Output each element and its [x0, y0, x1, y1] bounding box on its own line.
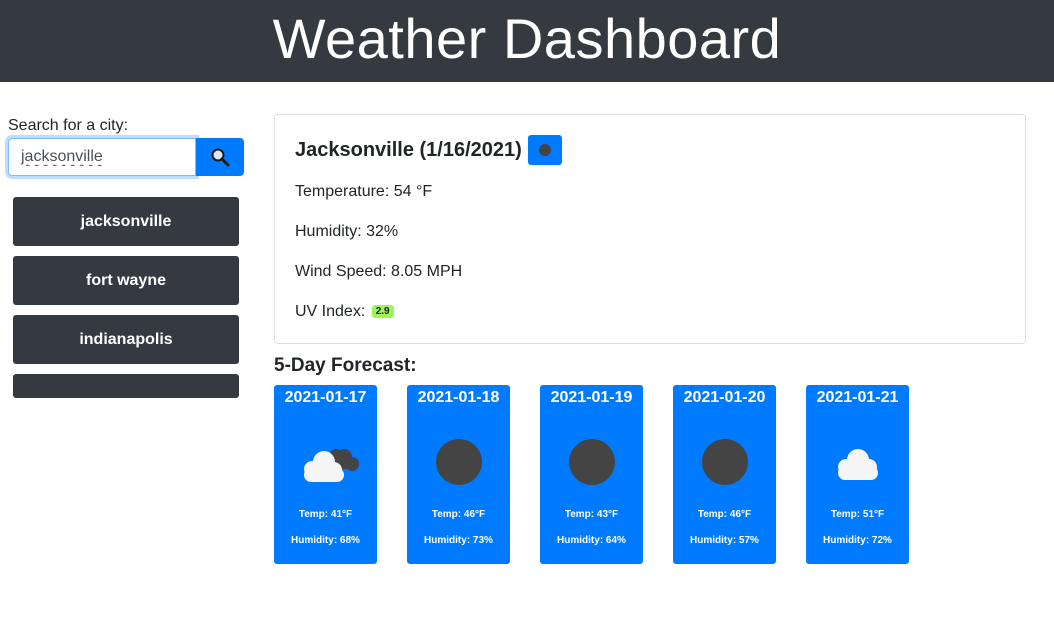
current-uv-row: UV Index: 2.9 — [295, 303, 394, 321]
current-city-title: Jacksonville (1/16/2021) — [295, 138, 522, 161]
history-button-indianapolis[interactable]: indianapolis — [13, 315, 239, 364]
clear-icon — [407, 435, 510, 491]
forecast-humidity: Humidity: 57% — [690, 535, 759, 546]
forecast-card: 2021-01-19 Temp: 43°F Humidity: 64% — [540, 385, 643, 564]
forecast-humidity: Humidity: 72% — [823, 535, 892, 546]
forecast-date: 2021-01-17 — [284, 389, 367, 406]
clear-icon — [540, 435, 643, 491]
uv-badge: 2.9 — [371, 305, 394, 319]
current-humidity: Humidity: 32% — [295, 223, 399, 240]
history-button-fort-wayne[interactable]: fort wayne — [13, 256, 239, 305]
history-button-partial[interactable] — [13, 374, 239, 398]
forecast-card: 2021-01-21 Temp: 51°F Humidity: 72% — [806, 385, 909, 564]
uv-label: UV Index: — [295, 303, 366, 320]
search-form — [8, 138, 244, 176]
search-input[interactable] — [8, 138, 196, 176]
forecast-temp: Temp: 46°F — [431, 509, 486, 520]
header-bar: Weather Dashboard — [0, 0, 1054, 82]
forecast-date: 2021-01-18 — [417, 389, 500, 406]
search-history: jacksonville fort wayne indianapolis — [13, 197, 239, 408]
forecast-temp: Temp: 51°F — [830, 509, 885, 520]
forecast-card: 2021-01-17 Temp: 41°F Humidity: 68% — [274, 385, 377, 564]
page-title: Weather Dashboard — [272, 7, 782, 70]
forecast-card: 2021-01-18 Temp: 46°F Humidity: 73% — [407, 385, 510, 564]
current-temperature: Temperature: 54 °F — [295, 183, 433, 200]
forecast-date: 2021-01-20 — [683, 389, 766, 406]
forecast-title: 5-Day Forecast: — [274, 355, 417, 376]
search-button[interactable] — [196, 138, 244, 176]
forecast-temp: Temp: 46°F — [697, 509, 752, 520]
weather-icon — [527, 135, 562, 165]
forecast-temp: Temp: 43°F — [564, 509, 619, 520]
forecast-humidity: Humidity: 68% — [291, 535, 360, 546]
forecast-date: 2021-01-21 — [816, 389, 899, 406]
forecast-humidity: Humidity: 73% — [424, 535, 493, 546]
forecast-temp: Temp: 41°F — [298, 509, 353, 520]
current-wind-speed: Wind Speed: 8.05 MPH — [295, 263, 463, 280]
cloudy-icon — [274, 435, 377, 491]
history-button-jacksonville[interactable]: jacksonville — [13, 197, 239, 246]
forecast-humidity: Humidity: 64% — [557, 535, 626, 546]
current-title-row: Jacksonville (1/16/2021) — [295, 135, 562, 165]
current-weather-card: Jacksonville (1/16/2021) Temperature: 54… — [274, 114, 1026, 344]
forecast-card: 2021-01-20 Temp: 46°F Humidity: 57% — [673, 385, 776, 564]
search-icon — [211, 148, 230, 167]
forecast-date: 2021-01-19 — [550, 389, 633, 406]
clear-icon — [673, 435, 776, 491]
cloud-icon — [806, 435, 909, 491]
search-label: Search for a city: — [8, 117, 129, 134]
